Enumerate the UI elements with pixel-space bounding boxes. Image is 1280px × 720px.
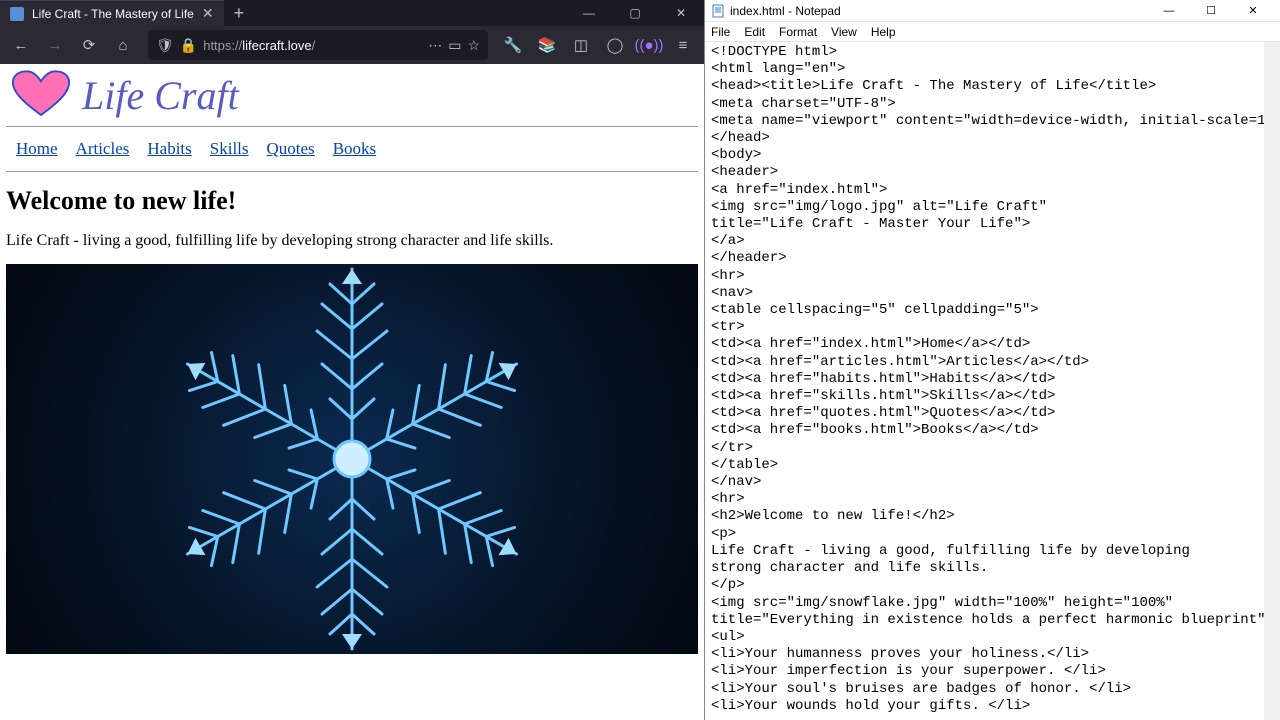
menu-view[interactable]: View [831, 25, 857, 39]
tab-title: Life Craft - The Mastery of Life [32, 7, 194, 21]
library-icon[interactable]: 📚 [532, 30, 562, 60]
notepad-menu: File Edit Format View Help [705, 22, 1280, 42]
menu-edit[interactable]: Edit [744, 25, 765, 39]
menu-format[interactable]: Format [779, 25, 817, 39]
nav-articles[interactable]: Articles [76, 139, 130, 159]
close-window-button[interactable]: ✕ [658, 0, 704, 26]
np-maximize-button[interactable]: ☐ [1190, 0, 1232, 22]
notepad-icon [711, 4, 725, 18]
snowflake-image [6, 264, 698, 654]
reader-icon[interactable]: ▭ [448, 37, 461, 54]
tab-favicon [10, 7, 24, 21]
more-icon[interactable]: ⋯ [428, 37, 442, 54]
new-tab-button[interactable]: + [224, 3, 255, 24]
reload-button[interactable]: ⟳ [74, 30, 104, 60]
maximize-button[interactable]: ▢ [612, 0, 658, 26]
close-tab-icon[interactable]: ✕ [202, 5, 214, 22]
url-bar[interactable]: 🛡 🔒 https://lifecraft.love/ ⋯ ▭ ☆ [148, 30, 488, 60]
np-minimize-button[interactable]: — [1148, 0, 1190, 22]
bookmark-icon[interactable]: ☆ [467, 37, 480, 54]
menu-file[interactable]: File [711, 25, 730, 39]
forward-button[interactable]: → [40, 30, 70, 60]
firefox-window: Life Craft - The Mastery of Life ✕ + — ▢… [0, 0, 705, 720]
url-protocol: https:// [203, 38, 242, 53]
account-icon[interactable]: ◯ [600, 30, 630, 60]
minimize-button[interactable]: — [566, 0, 612, 26]
tab-bar: Life Craft - The Mastery of Life ✕ + — ▢… [0, 0, 704, 26]
np-close-button[interactable]: ✕ [1232, 0, 1274, 22]
url-host: lifecraft.love [242, 38, 311, 53]
url-path: / [312, 38, 316, 53]
notepad-title-bar: index.html - Notepad — ☐ ✕ [705, 0, 1280, 22]
notepad-title: index.html - Notepad [730, 4, 841, 18]
notepad-text-area[interactable]: <!DOCTYPE html> <html lang="en"> <head><… [705, 42, 1280, 720]
extension-icon[interactable]: ((●)) [634, 30, 664, 60]
heart-icon [6, 70, 76, 120]
nav-quotes[interactable]: Quotes [267, 139, 315, 159]
menu-button[interactable]: ≡ [668, 30, 698, 60]
nav-home[interactable]: Home [16, 139, 58, 159]
page-heading: Welcome to new life! [6, 186, 698, 216]
page-content: Life Craft Home Articles Habits Skills Q… [0, 64, 704, 720]
intro-paragraph: Life Craft - living a good, fulfilling l… [6, 232, 698, 250]
divider [6, 171, 698, 172]
nav-books[interactable]: Books [333, 139, 376, 159]
back-button[interactable]: ← [6, 30, 36, 60]
sidebar-icon[interactable]: ◫ [566, 30, 596, 60]
browser-toolbar: ← → ⟳ ⌂ 🛡 🔒 https://lifecraft.love/ ⋯ ▭ … [0, 26, 704, 64]
site-nav: Home Articles Habits Skills Quotes Books [6, 133, 698, 165]
shield-icon: 🛡 [156, 37, 174, 54]
home-button[interactable]: ⌂ [108, 30, 138, 60]
devtools-icon[interactable]: 🔧 [498, 30, 528, 60]
menu-help[interactable]: Help [871, 25, 896, 39]
brand-text: Life Craft [82, 72, 239, 119]
nav-habits[interactable]: Habits [147, 139, 191, 159]
nav-skills[interactable]: Skills [210, 139, 249, 159]
browser-tab[interactable]: Life Craft - The Mastery of Life ✕ [0, 0, 224, 26]
notepad-window: index.html - Notepad — ☐ ✕ File Edit For… [705, 0, 1280, 720]
divider [6, 126, 698, 127]
site-logo[interactable]: Life Craft [6, 70, 698, 120]
lock-icon: 🔒 [180, 37, 197, 54]
